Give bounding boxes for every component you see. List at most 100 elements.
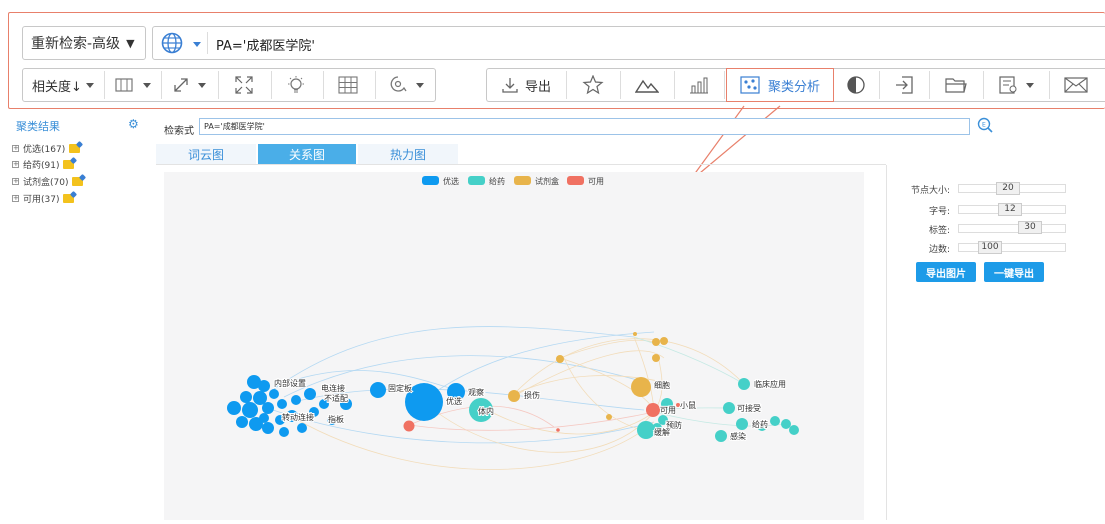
edges-slider[interactable] — [958, 243, 1066, 252]
trend-button[interactable] — [621, 69, 673, 101]
tree-item[interactable]: + 试剂盒(70) — [12, 175, 84, 188]
import-button[interactable] — [881, 69, 927, 101]
globe-dropdown-icon[interactable] — [193, 42, 201, 47]
graph-node[interactable] — [242, 402, 258, 418]
node-size-value[interactable]: 20 — [996, 182, 1020, 195]
graph-node[interactable] — [606, 414, 612, 420]
expand-button[interactable] — [163, 69, 215, 101]
tag-edit-icon[interactable] — [63, 194, 75, 203]
graph-node[interactable] — [637, 421, 655, 439]
layout-view-button[interactable] — [107, 69, 159, 101]
legend-swatch[interactable] — [567, 176, 584, 185]
email-button[interactable] — [1051, 69, 1101, 101]
panel-divider — [886, 165, 887, 520]
search-mode-select[interactable]: 重新检索-高级 ▼ — [22, 26, 146, 60]
tag-edit-icon[interactable] — [69, 144, 81, 153]
query-input[interactable]: PA='成都医学院' — [216, 35, 315, 54]
graph-node[interactable] — [297, 423, 307, 433]
node-label: 可用 — [660, 406, 676, 415]
graph-node[interactable] — [304, 388, 316, 400]
graph-node[interactable] — [723, 402, 735, 414]
node-size-label: 节点大小: — [910, 186, 950, 196]
graph-node[interactable] — [508, 390, 520, 402]
tab-heatmap[interactable]: 热力图 — [358, 144, 458, 164]
graph-node[interactable] — [240, 391, 252, 403]
export-button[interactable]: 导出 — [487, 69, 565, 101]
expr-input[interactable]: PA='成都医学院' — [199, 118, 970, 135]
graph-node[interactable] — [652, 338, 660, 346]
graph-nodes[interactable] — [227, 332, 799, 442]
tab-relation[interactable]: 关系图 — [258, 144, 356, 164]
cluster-analysis-button[interactable]: 聚类分析 — [726, 68, 834, 102]
mind-button[interactable] — [377, 69, 435, 101]
graph-node[interactable] — [789, 425, 799, 435]
tree-item[interactable]: + 优选(167) — [12, 142, 81, 155]
expand-plus-icon[interactable]: + — [12, 195, 19, 202]
graph-node[interactable] — [633, 332, 637, 336]
graph-node[interactable] — [631, 377, 651, 397]
expand-plus-icon[interactable]: + — [12, 178, 19, 185]
edges-value[interactable]: 100 — [978, 241, 1002, 254]
graph-node[interactable] — [781, 419, 791, 429]
tab-label: 词云图 — [187, 147, 224, 162]
graph-node[interactable] — [715, 430, 727, 442]
contrast-button[interactable] — [835, 69, 877, 101]
export-all-button[interactable]: 一键导出 — [984, 262, 1044, 282]
graph-node[interactable] — [262, 422, 274, 434]
graph-node[interactable] — [370, 382, 386, 398]
query-box[interactable]: PA='成都医学院' — [152, 26, 1105, 60]
export-image-button[interactable]: 导出图片 — [916, 262, 976, 282]
graph-node[interactable] — [738, 378, 750, 390]
expand-plus-icon[interactable]: + — [12, 161, 19, 168]
expr-search-icon[interactable]: E — [977, 117, 993, 137]
graph-node[interactable] — [277, 399, 287, 409]
report-button[interactable] — [985, 69, 1047, 101]
tree-item[interactable]: + 给药(91) — [12, 158, 75, 171]
folder-button[interactable] — [931, 69, 981, 101]
relation-graph[interactable]: 优选 给药 试剂盒 可用 内部设置 电连接 不适配 转动连接 指板 固定板 观察… — [164, 172, 864, 520]
graph-node[interactable] — [556, 355, 564, 363]
tags-value[interactable]: 30 — [1018, 221, 1042, 234]
expr-label: 检索式 — [164, 126, 194, 137]
settings-gear-icon[interactable]: ⚙ — [128, 117, 139, 131]
graph-node[interactable] — [236, 416, 248, 428]
legend-swatch[interactable] — [422, 176, 439, 185]
expand-plus-icon[interactable]: + — [12, 145, 19, 152]
tag-edit-icon[interactable] — [72, 177, 84, 186]
tab-wordcloud[interactable]: 词云图 — [156, 144, 256, 164]
globe-icon[interactable] — [161, 32, 183, 58]
legend-label: 给药 — [489, 176, 505, 186]
stats-button[interactable] — [675, 69, 723, 101]
graph-node[interactable] — [291, 395, 301, 405]
graph-node[interactable] — [269, 389, 279, 399]
fullscreen-button[interactable] — [221, 69, 267, 101]
graph-node[interactable] — [660, 337, 668, 345]
search-mode-label: 重新检索-高级 — [31, 36, 121, 52]
graph-node[interactable] — [736, 418, 748, 430]
graph-node[interactable] — [262, 402, 274, 414]
graph-node[interactable] — [258, 380, 270, 392]
font-size-value[interactable]: 12 — [998, 203, 1022, 216]
graph-node[interactable] — [646, 403, 660, 417]
graph-canvas[interactable]: 优选 给药 试剂盒 可用 内部设置 电连接 不适配 转动连接 指板 固定板 观察… — [164, 172, 864, 520]
sort-select[interactable]: 相关度↓ — [23, 69, 103, 101]
node-label: 优选 — [446, 396, 462, 406]
favorite-button[interactable] — [567, 69, 619, 101]
graph-node[interactable] — [279, 427, 289, 437]
expand-arrows-icon — [174, 78, 188, 92]
mind-caret-icon — [416, 82, 424, 88]
legend-swatch[interactable] — [514, 176, 531, 185]
divider — [271, 71, 272, 99]
graph-node[interactable] — [227, 401, 241, 415]
graph-node[interactable] — [556, 428, 560, 432]
graph-node[interactable] — [652, 354, 660, 362]
graph-node[interactable] — [770, 416, 780, 426]
legend-swatch[interactable] — [468, 176, 485, 185]
tags-slider[interactable] — [958, 224, 1066, 233]
graph-node[interactable] — [403, 420, 415, 432]
graph-node[interactable] — [259, 413, 269, 423]
tree-item[interactable]: + 可用(37) — [12, 192, 75, 205]
idea-button[interactable] — [273, 69, 319, 101]
grid-button[interactable] — [325, 69, 371, 101]
tag-edit-icon[interactable] — [63, 160, 75, 169]
